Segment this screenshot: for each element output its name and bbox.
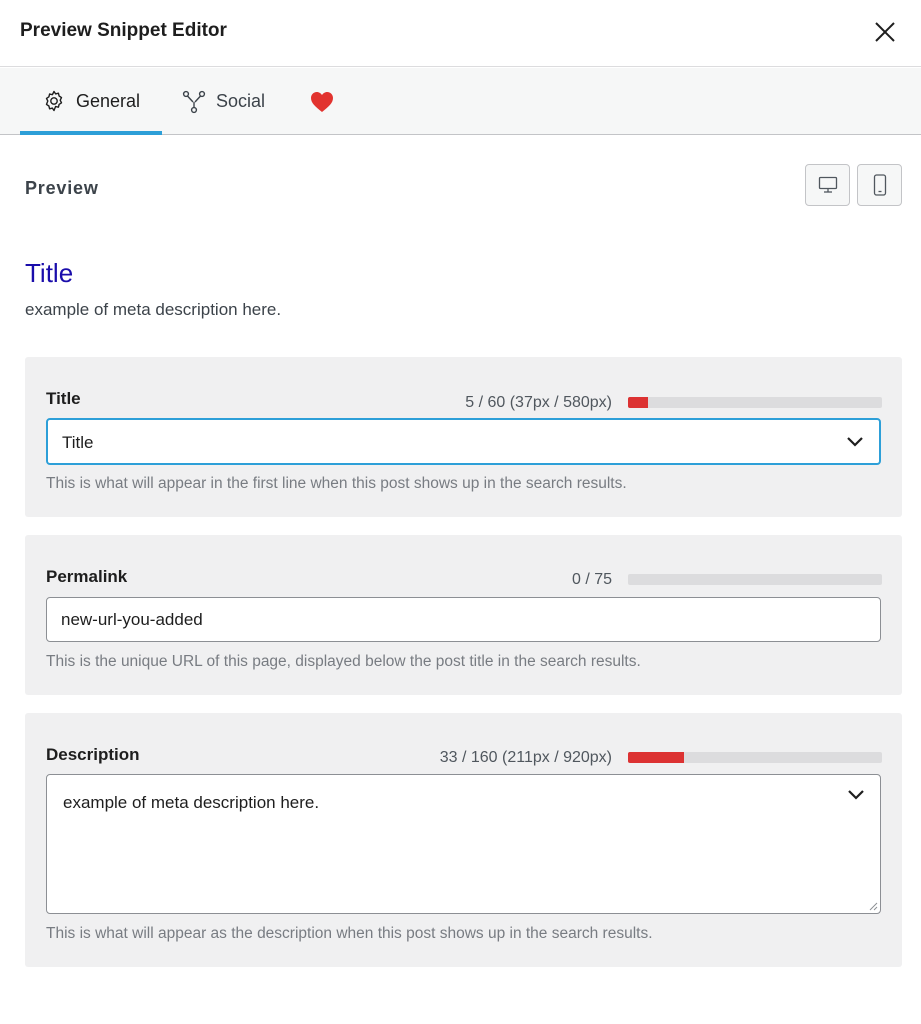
title-progress-fill xyxy=(628,397,649,408)
modal-header: Preview Snippet Editor xyxy=(0,0,921,67)
description-progress-bar xyxy=(628,752,882,763)
modal-title: Preview Snippet Editor xyxy=(20,20,227,41)
title-input[interactable]: Title xyxy=(46,418,881,465)
tab-bar: General Social xyxy=(0,68,921,135)
description-counter: 33 / 160 (211px / 920px) xyxy=(439,749,612,766)
permalink-field-label: Permalink xyxy=(46,567,128,586)
preview-heading: Preview xyxy=(25,178,99,198)
gear-icon xyxy=(45,90,63,112)
tab-premium[interactable] xyxy=(300,68,344,135)
description-help-text: This is what will appear as the descript… xyxy=(46,925,653,942)
title-field-card: Title 5 / 60 (37px / 580px) Title This i… xyxy=(25,357,902,517)
chevron-down-icon[interactable] xyxy=(845,432,865,452)
title-input-value: Title xyxy=(62,433,94,452)
heart-icon xyxy=(311,91,333,112)
permalink-input[interactable]: new-url-you-added xyxy=(46,597,881,642)
mobile-preview-button[interactable] xyxy=(857,164,902,206)
description-textarea[interactable]: example of meta description here. xyxy=(46,774,881,914)
tab-general[interactable]: General xyxy=(20,68,162,135)
description-progress-fill xyxy=(628,752,684,763)
tab-social[interactable]: Social xyxy=(174,68,284,135)
permalink-field-card: Permalink 0 / 75 new-url-you-added This … xyxy=(25,535,902,695)
chevron-down-icon[interactable] xyxy=(846,785,866,805)
desktop-icon xyxy=(818,176,837,193)
title-help-text: This is what will appear in the first li… xyxy=(46,475,627,492)
desktop-preview-button[interactable] xyxy=(805,164,850,206)
mobile-icon xyxy=(873,174,886,196)
tab-general-label: General xyxy=(75,90,141,111)
description-field-card: Description 33 / 160 (211px / 920px) exa… xyxy=(25,713,902,967)
close-icon[interactable] xyxy=(870,17,900,47)
title-progress-bar xyxy=(628,397,882,408)
description-textarea-value: example of meta description here. xyxy=(63,793,320,812)
serp-preview-title[interactable]: Title xyxy=(25,258,73,289)
permalink-progress-bar xyxy=(628,574,882,585)
share-icon xyxy=(182,90,206,113)
permalink-input-value: new-url-you-added xyxy=(61,610,203,629)
title-counter: 5 / 60 (37px / 580px) xyxy=(465,394,612,411)
tab-social-label: Social xyxy=(216,91,266,111)
permalink-help-text: This is the unique URL of this page, dis… xyxy=(46,653,641,670)
permalink-counter: 0 / 75 xyxy=(571,571,612,588)
resize-handle-icon[interactable] xyxy=(868,901,878,911)
title-field-label: Title xyxy=(46,389,81,408)
description-field-label: Description xyxy=(46,745,140,764)
serp-preview-description: example of meta description here. xyxy=(25,300,282,319)
close-button[interactable] xyxy=(870,17,900,47)
